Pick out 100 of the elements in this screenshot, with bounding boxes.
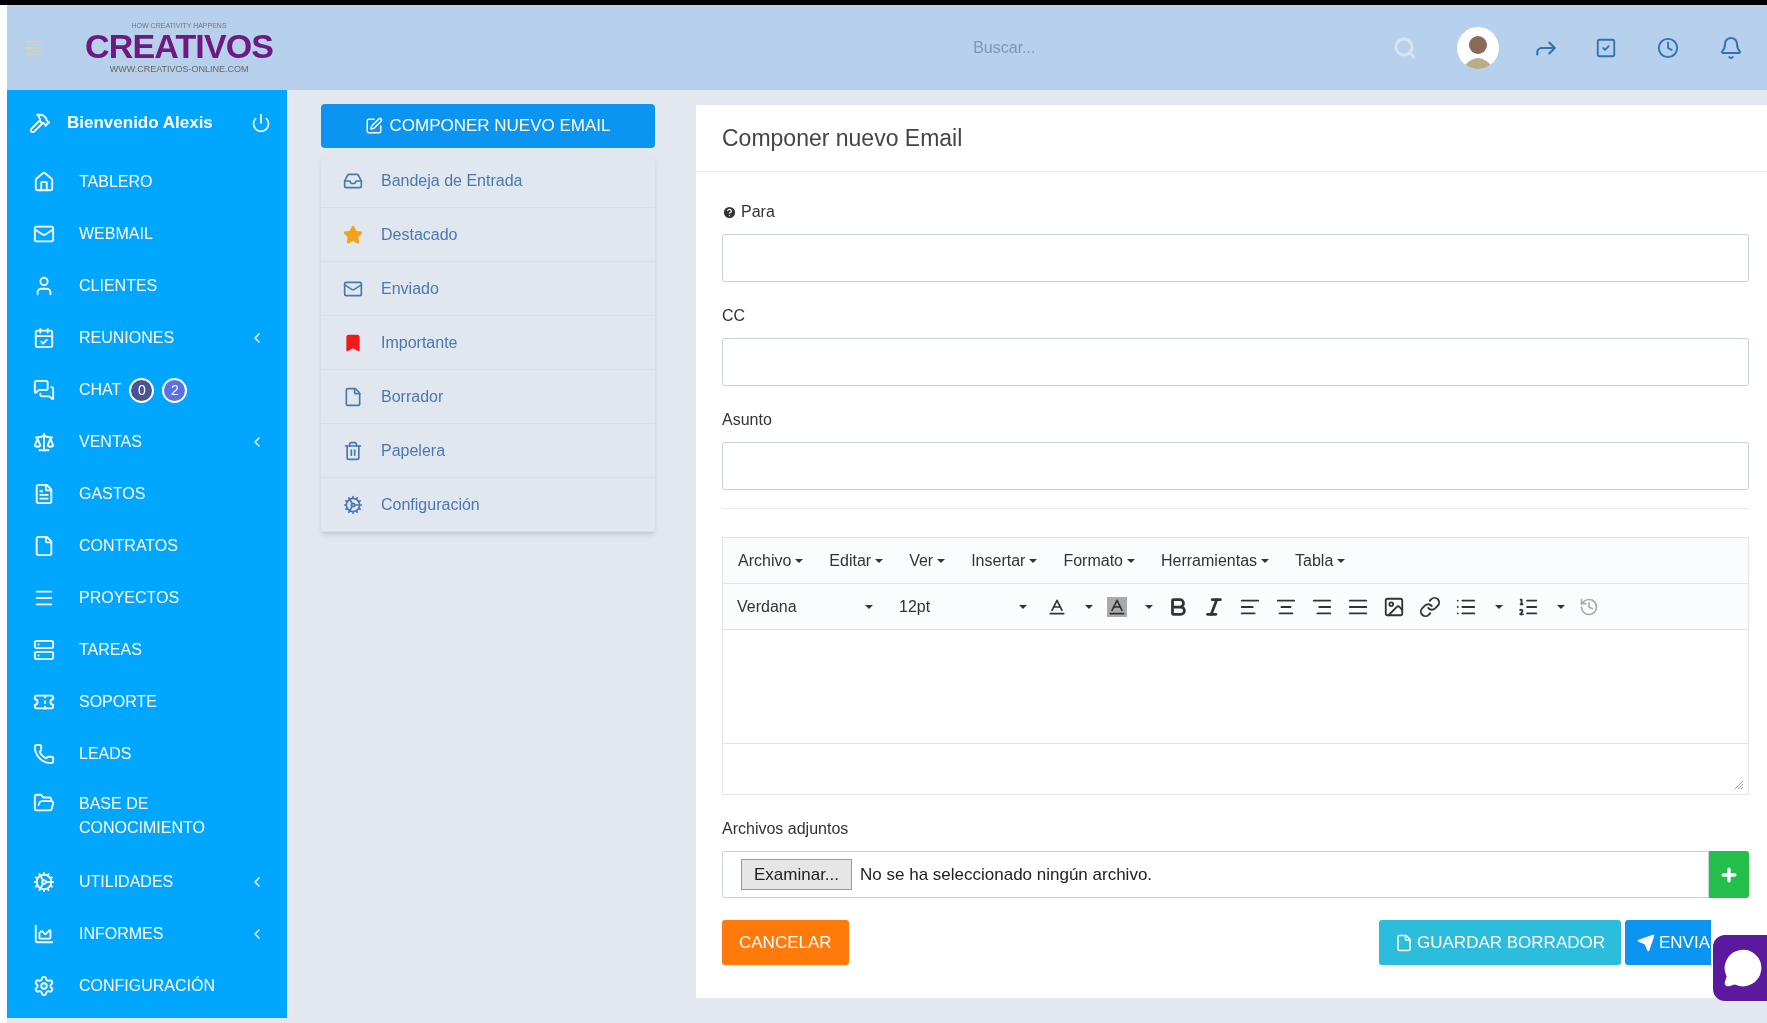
sidebar-item[interactable]: UTILIDADES [7,856,287,908]
document-icon [33,483,55,505]
sidebar-item[interactable]: INFORMES [7,908,287,960]
logo-url: WWW.CREATIVOS-ONLINE.COM [109,64,249,74]
sidebar-label: CLIENTES [79,276,158,296]
resize-handle-icon[interactable] [1734,780,1744,790]
editor-menu[interactable]: Tabla [1288,548,1353,573]
sidebar-label: PROYECTOS [79,588,180,608]
file-input-field[interactable]: Examinar... No se ha seleccionado ningún archivo. [722,851,1709,898]
house-icon [33,171,55,193]
scale-icon [33,431,55,453]
sidebar-item[interactable]: BASE DE CONOCIMIENTO [7,780,287,856]
italic-icon[interactable] [1203,595,1225,618]
sidebar-label: LEADS [79,744,132,764]
caret-icon [1085,604,1093,609]
checkbox-icon[interactable] [1595,36,1618,59]
sidebar-label: INFORMES [79,924,164,944]
compose-email-button[interactable]: COMPONER NUEVO EMAIL [321,104,655,148]
sidebar-item[interactable]: GASTOS [7,468,287,520]
editor-menu[interactable]: Archivo [731,548,811,573]
folder-item[interactable]: Importante [321,316,655,370]
sidebar-item[interactable]: REUNIONES [7,312,287,364]
folder-icon [33,792,55,814]
editor-menu[interactable]: Insertar [964,548,1045,573]
sidebar-label: CHAT [79,380,122,400]
folder-label: Destacado [381,224,458,245]
link-icon[interactable] [1419,595,1441,618]
sidebar-item[interactable]: PROYECTOS [7,572,287,624]
caret-icon [1029,558,1038,563]
input-field[interactable] [722,234,1749,282]
caret-icon [865,604,873,609]
clock-icon[interactable] [1657,36,1680,59]
editor-menu[interactable]: Ver [902,548,953,573]
sidebar-label: TAREAS [79,640,142,660]
file-status-text: No se ha seleccionado ningún archivo. [860,863,1153,886]
sidebar-label: BASE DE CONOCIMIENTO [79,794,206,838]
folder-item[interactable]: Configuración [321,478,655,532]
caret-icon [937,558,946,563]
editor-menu[interactable]: Herramientas [1154,548,1277,573]
field-label: Archivos adjuntos [722,819,850,839]
caret-icon [1557,604,1565,609]
search-field[interactable]: Buscar... [973,35,1394,60]
editor-menu[interactable]: Formato [1056,548,1142,573]
envelope-icon [33,223,55,245]
caret-icon [1495,604,1503,609]
editor-menu[interactable]: Editar [822,548,891,573]
input-field[interactable] [722,442,1749,490]
sidebar-item[interactable]: CONTRATOS [7,520,287,572]
folder-label: Configuración [381,494,480,515]
chat-bubbles-icon [33,379,55,401]
sidebar-item[interactable]: TABLERO [7,156,287,208]
caret-icon [1145,604,1153,609]
sidebar-item[interactable]: WEBMAIL [7,208,287,260]
sidebar-item[interactable]: CHAT 0 2 [7,364,287,416]
folder-label: Borrador [381,386,444,407]
sidebar-item[interactable]: SOPORTE [7,676,287,728]
field-label: CC [722,306,746,326]
sidebar-label: GASTOS [79,484,146,504]
folder-item[interactable]: Bandeja de Entrada [321,154,655,208]
caret-icon [795,558,804,563]
sidebar-label: VENTAS [79,432,142,452]
chat-widget-button[interactable] [1713,935,1767,1001]
caret-icon [1019,604,1027,609]
font-dropdown[interactable]: Verdana [731,594,879,619]
sidebar-item[interactable]: TAREAS [7,624,287,676]
power-icon[interactable] [251,113,271,133]
image-icon[interactable] [1383,595,1405,618]
folder-item[interactable]: Destacado [321,208,655,262]
sidebar-item[interactable]: LEADS [7,728,287,780]
stacked-bars-icon [33,639,55,661]
input-field[interactable] [722,338,1749,386]
folder-label: Importante [381,332,458,353]
field-label: Asunto [722,410,772,430]
size-dropdown[interactable]: 12pt [893,594,1033,619]
caret-icon [1261,558,1270,563]
highlight-color-icon[interactable] [1107,596,1127,617]
count-badge: 2 [162,377,188,403]
cancel-button[interactable]: CANCELAR [722,920,849,965]
folder-item[interactable]: Borrador [321,370,655,424]
edit-icon [365,117,384,135]
phone-icon [33,743,55,765]
card-title: Componer nuevo Email [722,123,963,153]
folder-item[interactable]: Papelera [321,424,655,478]
sidebar-label: SOPORTE [79,692,157,712]
sidebar-item[interactable]: VENTAS [7,416,287,468]
folder-item[interactable]: Enviado [321,262,655,316]
area-chart-icon [33,923,55,945]
sidebar-label: CONTRATOS [79,536,178,556]
avatar[interactable] [1457,26,1500,69]
sidebar-item[interactable]: CONFIGURACIÓN [7,960,287,1012]
settings-icon [33,975,55,997]
browse-button[interactable]: Examinar... [741,858,853,891]
save-draft-button[interactable]: GUARDAR BORRADOR [1379,920,1621,965]
sidebar-item[interactable]: CLIENTES [7,260,287,312]
calendar-check-icon [33,327,55,349]
bell-icon[interactable] [1719,35,1744,60]
file-icon [33,535,55,557]
send-button[interactable]: ENVIA [1625,920,1711,965]
field-label: Para [741,202,775,222]
sidebar-label: CONFIGURACIÓN [79,975,215,996]
